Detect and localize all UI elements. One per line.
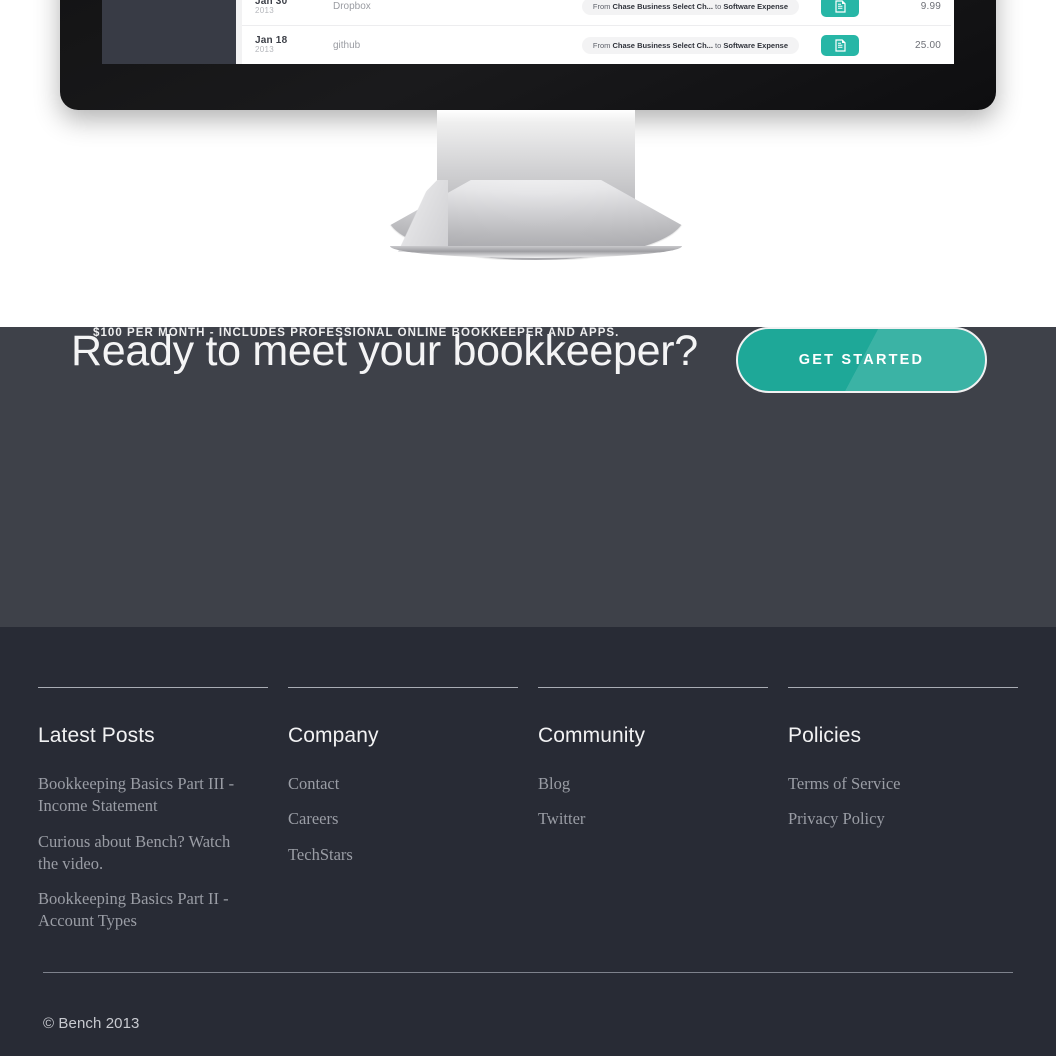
tag-from-account: Chase Business Select Ch... bbox=[612, 40, 713, 50]
transaction-merchant: github bbox=[333, 39, 361, 51]
footer-link[interactable]: Bookkeeping Basics Part II - Account Typ… bbox=[38, 888, 253, 933]
footer-link[interactable]: TechStars bbox=[288, 844, 503, 866]
footer-link[interactable]: Careers bbox=[288, 808, 503, 830]
transaction-date: Jan 30 2013 bbox=[255, 0, 327, 15]
footer-column-company: Company Contact Careers TechStars bbox=[288, 687, 538, 946]
footer-column-title: Policies bbox=[788, 724, 862, 747]
footer-link[interactable]: Privacy Policy bbox=[788, 808, 1003, 830]
footer-link[interactable]: Bookkeeping Basics Part III - Income Sta… bbox=[38, 773, 253, 818]
note-document-icon bbox=[834, 0, 846, 13]
app-sidebar bbox=[102, 0, 236, 64]
note-document-icon bbox=[834, 38, 846, 52]
transaction-amount: 25.00 bbox=[914, 39, 941, 51]
tag-to-label: to bbox=[715, 40, 722, 50]
monitor-screen: Jan 30 2013 Dropbox From Chase Business … bbox=[102, 0, 954, 64]
tag-from-label: From bbox=[592, 1, 611, 11]
footer-columns: Latest Posts Bookkeeping Basics Part III… bbox=[38, 687, 1018, 946]
app-transactions-list: Jan 30 2013 Dropbox From Chase Business … bbox=[242, 0, 954, 64]
transaction-note-button[interactable] bbox=[821, 0, 859, 17]
tag-from-label: From bbox=[592, 40, 611, 50]
transaction-date: Jan 18 2013 bbox=[255, 35, 327, 55]
tag-to-account: Software Expense bbox=[723, 1, 788, 11]
tag-to-account: Software Expense bbox=[723, 40, 788, 50]
footer-link[interactable]: Contact bbox=[288, 773, 503, 795]
get-started-button-label: GET STARTED bbox=[798, 352, 925, 368]
footer-column-title: Latest Posts bbox=[38, 724, 155, 747]
table-row[interactable]: Jan 30 2013 Dropbox From Chase Business … bbox=[242, 0, 951, 25]
footer-link[interactable]: Curious about Bench? Watch the video. bbox=[38, 831, 253, 876]
footer-column-latest-posts: Latest Posts Bookkeeping Basics Part III… bbox=[38, 687, 288, 946]
footer-column-title: Community bbox=[538, 724, 646, 747]
transaction-classification-tag[interactable]: From Chase Business Select Ch... to Soft… bbox=[581, 36, 799, 54]
footer-link[interactable]: Blog bbox=[538, 773, 753, 795]
get-started-button[interactable]: GET STARTED bbox=[736, 327, 987, 393]
monitor-stand-base-lip bbox=[390, 246, 682, 258]
transaction-note-button[interactable] bbox=[821, 34, 859, 56]
imac-monitor: Jan 30 2013 Dropbox From Chase Business … bbox=[60, 0, 996, 110]
transaction-merchant: Dropbox bbox=[333, 0, 371, 12]
footer-link[interactable]: Terms of Service bbox=[788, 773, 1003, 795]
footer-copyright: © Bench 2013 bbox=[43, 1015, 140, 1032]
footer-link[interactable]: Twitter bbox=[538, 808, 753, 830]
tag-from-account: Chase Business Select Ch... bbox=[612, 1, 713, 11]
footer-column-policies: Policies Terms of Service Privacy Policy bbox=[788, 687, 1038, 946]
footer-bottom-divider bbox=[43, 972, 1013, 973]
transaction-classification-tag[interactable]: From Chase Business Select Ch... to Soft… bbox=[581, 0, 799, 15]
footer-column-divider bbox=[288, 687, 518, 688]
cta-subtext: $100 PER MONTH - INCLUDES PROFESSIONAL O… bbox=[93, 327, 620, 339]
footer-column-title: Company bbox=[288, 724, 379, 747]
footer-column-community: Community Blog Twitter bbox=[538, 687, 788, 946]
footer-column-divider bbox=[788, 687, 1018, 688]
transaction-date-year: 2013 bbox=[255, 6, 274, 16]
transaction-date-year: 2013 bbox=[255, 45, 274, 55]
tag-to-label: to bbox=[715, 1, 722, 11]
cta-section: Ready to meet your bookkeeper? $100 PER … bbox=[0, 327, 1056, 627]
footer-column-divider bbox=[538, 687, 768, 688]
hero-section: Jan 30 2013 Dropbox From Chase Business … bbox=[0, 0, 1056, 327]
table-row[interactable]: Jan 18 2013 github From Chase Business S… bbox=[242, 25, 951, 64]
transaction-amount: 9.99 bbox=[920, 0, 941, 12]
footer-column-divider bbox=[38, 687, 268, 688]
footer-section: Latest Posts Bookkeeping Basics Part III… bbox=[0, 627, 1056, 1056]
monitor-stand-base-shading bbox=[388, 180, 448, 252]
